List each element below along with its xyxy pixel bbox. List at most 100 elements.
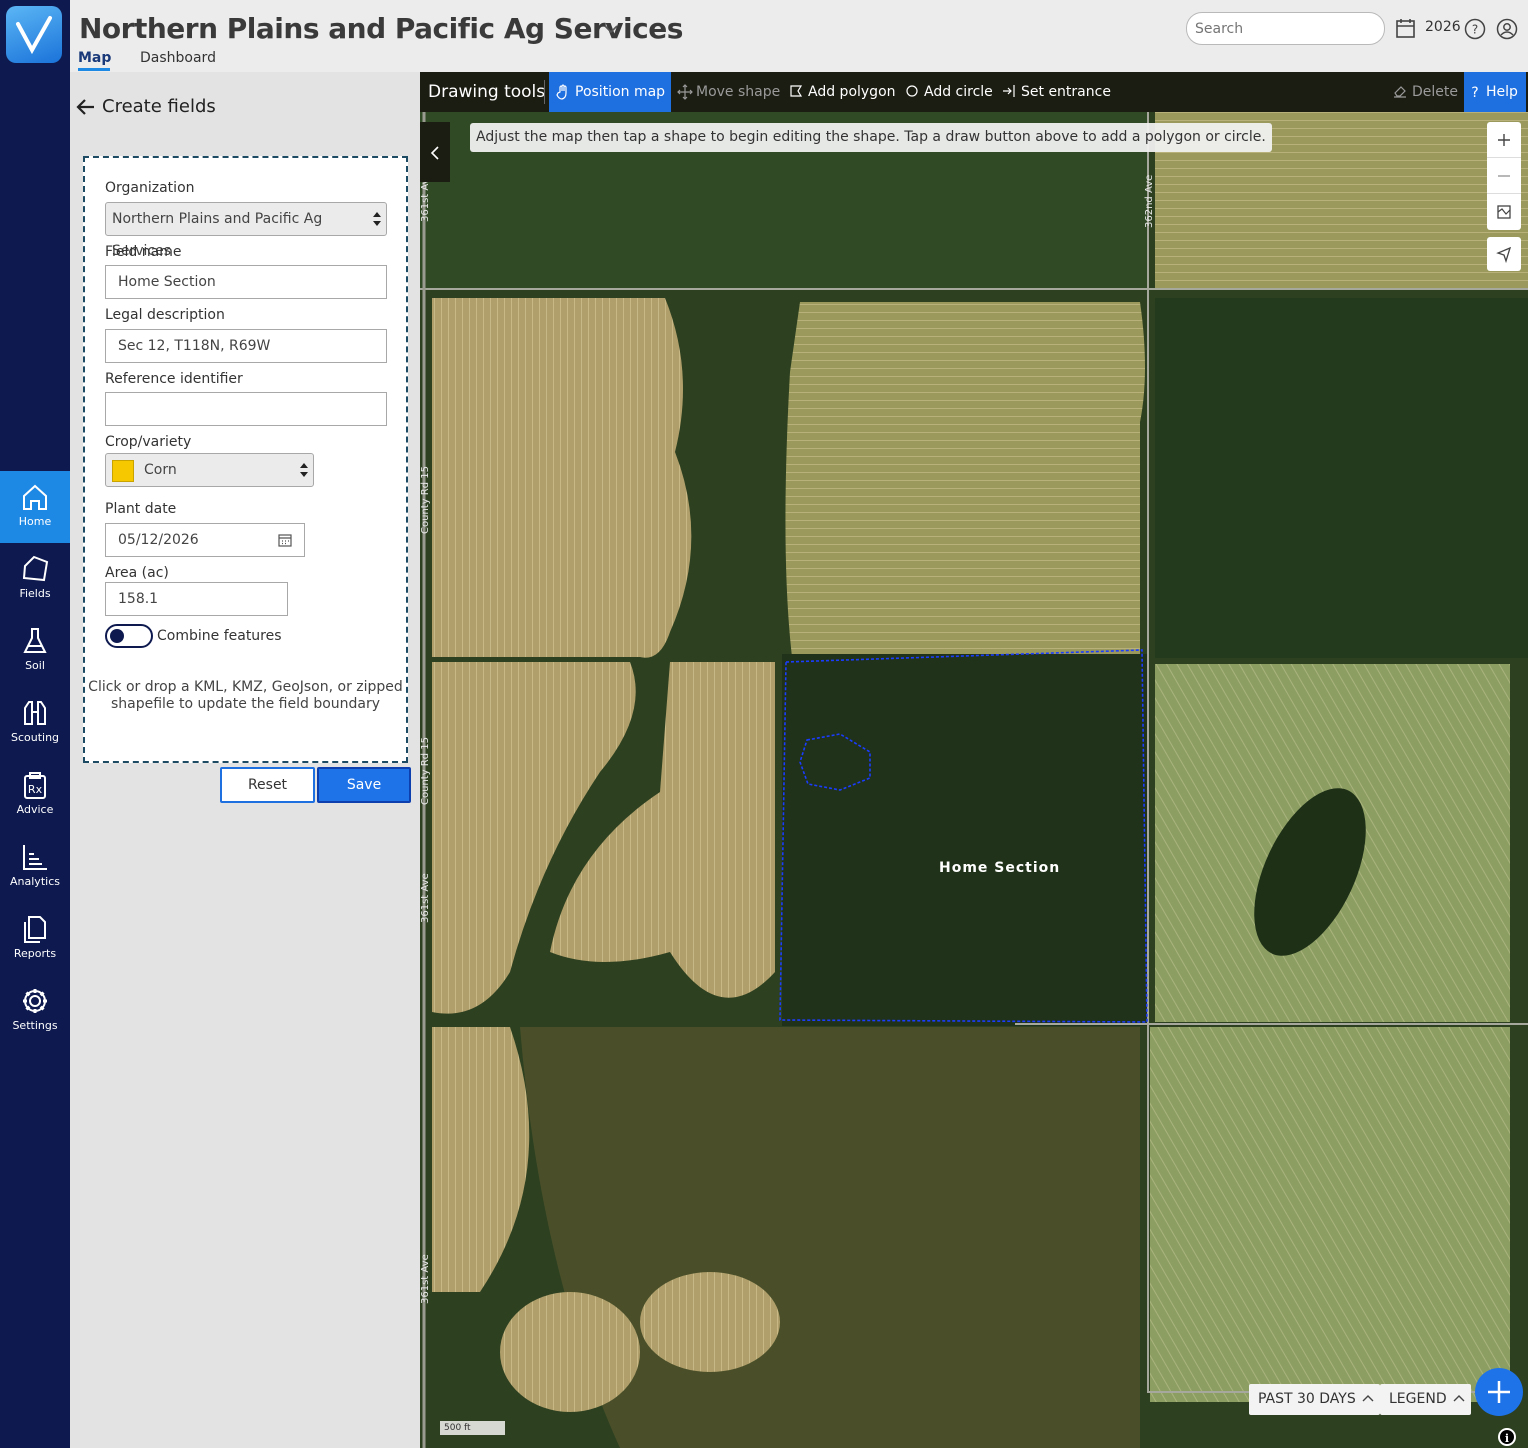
nav-reports-label: Reports: [13, 947, 57, 960]
year-value: 2026: [1425, 19, 1461, 35]
gear-icon: [23, 989, 47, 1013]
set-entrance-button[interactable]: Set entrance: [995, 72, 1111, 112]
organization-select[interactable]: Northern Plains and Pacific Ag Services: [105, 202, 387, 259]
plant-date-label: Plant date: [105, 501, 177, 517]
position-map-label: Position map: [575, 84, 666, 100]
flask-icon: [23, 628, 47, 653]
panel-title: Create fields: [102, 96, 216, 117]
area-input[interactable]: 158.1: [105, 582, 288, 616]
add-polygon-label: Add polygon: [808, 84, 896, 100]
create-fields-panel: Create fields Organization Northern Plai…: [70, 72, 420, 1448]
nav-analytics[interactable]: Analytics: [0, 831, 70, 903]
nav-analytics-label: Analytics: [10, 875, 60, 888]
nav-fields-label: Fields: [19, 587, 51, 600]
road-label: 361st Av: [420, 178, 431, 222]
home-icon: [23, 484, 47, 510]
entrance-icon: [1003, 85, 1015, 97]
add-fab-button[interactable]: [1475, 1368, 1523, 1416]
chevron-up-icon: [1362, 1395, 1374, 1402]
zoom-out-button[interactable]: [1487, 158, 1521, 194]
basemap-button[interactable]: [1487, 194, 1521, 230]
nav-soil-label: Soil: [25, 659, 45, 672]
reference-identifier-input[interactable]: [105, 392, 387, 426]
attribution-info-button[interactable]: i: [1498, 1428, 1516, 1446]
crop-variety-select[interactable]: Corn: [105, 453, 314, 487]
fields-icon: [22, 555, 49, 582]
file-drop-note[interactable]: Click or drop a KML, KMZ, GeoJson, or zi…: [85, 679, 406, 713]
organization-label: Organization: [105, 180, 195, 196]
field-name-label: Field name: [105, 244, 182, 260]
eraser-icon: [1394, 86, 1406, 98]
add-circle-button[interactable]: Add circle: [898, 72, 993, 112]
chevron-up-icon: [1453, 1395, 1465, 1402]
legal-description-input[interactable]: Sec 12, T118N, R69W: [105, 329, 387, 363]
calendar-icon: [278, 534, 292, 547]
nav-home-label: Home: [18, 515, 52, 528]
field-boundary-label[interactable]: Home Section: [939, 860, 1060, 876]
add-circle-label: Add circle: [924, 84, 993, 100]
set-entrance-label: Set entrance: [1021, 84, 1111, 100]
nav-settings-label: Settings: [12, 1019, 58, 1032]
field-name-input[interactable]: Home Section: [105, 265, 387, 299]
user-avatar-icon[interactable]: [1496, 18, 1518, 40]
select-arrows-icon: [300, 463, 308, 477]
chevron-left-icon: [430, 146, 439, 160]
past-30-days-button[interactable]: PAST 30 DAYS: [1249, 1384, 1380, 1415]
collapse-panel-button[interactable]: [420, 122, 450, 182]
road-label: County Rd 15: [420, 737, 431, 805]
svg-text:?: ?: [1472, 23, 1478, 37]
search-input[interactable]: [1186, 12, 1385, 45]
help-label: Help: [1486, 84, 1518, 100]
add-polygon-button[interactable]: Add polygon: [782, 72, 896, 112]
svg-text:Rx: Rx: [28, 783, 43, 796]
position-map-button[interactable]: Position map: [549, 72, 672, 112]
delete-button[interactable]: Delete: [1386, 72, 1458, 112]
top-header: Northern Plains and Pacific Ag Services …: [70, 0, 1528, 72]
field-form[interactable]: Organization Northern Plains and Pacific…: [83, 156, 408, 763]
reset-button[interactable]: Reset: [220, 767, 315, 803]
date-picker-button[interactable]: [267, 523, 305, 557]
app-logo[interactable]: [6, 6, 62, 63]
toolbar-divider: [544, 80, 545, 104]
tab-dashboard[interactable]: Dashboard: [140, 50, 216, 66]
toolbar-title: Drawing tools: [428, 82, 546, 102]
svg-text:i: i: [1505, 1432, 1509, 1444]
zoom-in-button[interactable]: [1487, 122, 1521, 158]
road-label: 361st Ave: [420, 873, 431, 923]
help-button[interactable]: ? Help: [1464, 72, 1526, 112]
calendar-icon: [1396, 19, 1415, 38]
nav-fields[interactable]: Fields: [0, 543, 70, 615]
nav-advice[interactable]: Rx Advice: [0, 759, 70, 831]
plus-icon: [1498, 134, 1510, 146]
nav-advice-label: Advice: [16, 803, 54, 816]
svg-text:?: ?: [1471, 85, 1478, 100]
nav-settings[interactable]: Settings: [0, 975, 70, 1047]
nav-reports[interactable]: Reports: [0, 903, 70, 975]
minus-icon: [1498, 175, 1510, 177]
combine-features-toggle[interactable]: [105, 624, 153, 648]
crop-variety-label: Crop/variety: [105, 434, 192, 450]
legal-description-label: Legal description: [105, 307, 225, 323]
map-view[interactable]: 361st Av 362nd Ave County Rd 15 County R…: [420, 72, 1528, 1448]
locate-button[interactable]: [1487, 237, 1521, 271]
delete-label: Delete: [1412, 84, 1458, 100]
help-circle-icon[interactable]: ?: [1464, 18, 1486, 40]
area-label: Area (ac): [105, 565, 169, 581]
nav-soil[interactable]: Soil: [0, 615, 70, 687]
move-shape-label: Move shape: [696, 84, 781, 100]
org-title[interactable]: Northern Plains and Pacific Ag Services: [79, 12, 683, 45]
nav-home[interactable]: Home: [0, 471, 70, 543]
plant-date-input[interactable]: 05/12/2026: [105, 523, 268, 557]
save-button[interactable]: Save: [317, 767, 411, 803]
chevron-down-icon[interactable]: [604, 24, 618, 34]
road-label: 362nd Ave: [1144, 174, 1155, 228]
back-arrow-icon[interactable]: [76, 98, 96, 116]
legend-button[interactable]: LEGEND: [1380, 1384, 1471, 1415]
select-arrows-icon: [373, 212, 381, 226]
crop-color-swatch: [112, 460, 134, 482]
info-icon: i: [1505, 1432, 1509, 1445]
move-shape-button[interactable]: Move shape: [670, 72, 780, 112]
nav-scouting[interactable]: Scouting: [0, 687, 70, 759]
satellite-imagery[interactable]: [420, 72, 1528, 1448]
tab-map[interactable]: Map: [78, 50, 111, 66]
